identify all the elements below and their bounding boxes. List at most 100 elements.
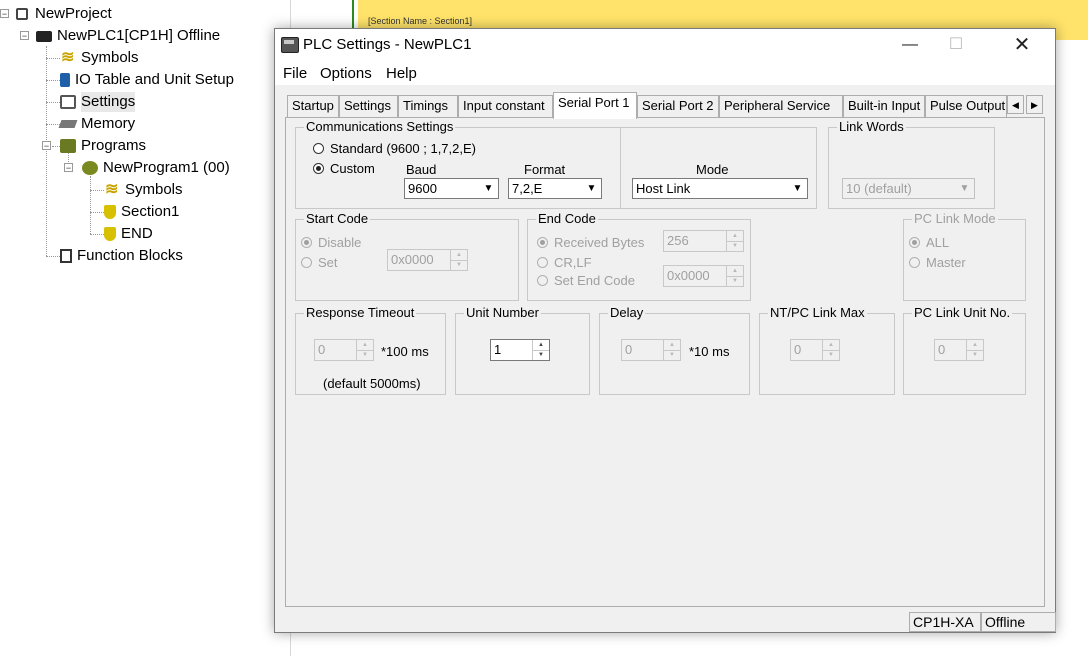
spin-down-icon: ▼ <box>456 262 462 268</box>
nt-pc-link-max-stepper: 0 ▲ ▼ <box>790 339 840 361</box>
tree-line <box>52 146 60 147</box>
spin-down-icon: ▼ <box>669 352 675 358</box>
radio-label: Disable <box>318 235 362 250</box>
link-words-value: 10 (default) <box>846 181 912 196</box>
delay-unit: *10 ms <box>689 344 730 359</box>
stepper-buttons: ▲ ▼ <box>822 340 839 360</box>
menu-help[interactable]: Help <box>386 65 417 82</box>
radio-custom[interactable]: Custom <box>313 161 375 176</box>
menu-file[interactable]: File <box>283 65 307 82</box>
stepper-buttons: ▲ ▼ <box>726 266 743 286</box>
stepper-buttons: ▲ ▼ <box>663 340 680 360</box>
tree-line <box>46 58 60 59</box>
radio-label: Set End Code <box>554 273 635 288</box>
response-timeout-default: (default 5000ms) <box>323 376 421 391</box>
spin-down-icon: ▼ <box>732 243 738 249</box>
tree-item-label: NewProject <box>35 5 112 22</box>
menu-options[interactable]: Options <box>320 65 372 82</box>
tree-item-section1[interactable]: Section1 <box>104 202 179 222</box>
tree-line <box>90 234 104 235</box>
expand-toggle[interactable]: − <box>64 163 73 173</box>
tab-pulse-output[interactable]: Pulse Output <box>925 95 1007 117</box>
tree-line <box>46 46 47 256</box>
tab-scroll-right-button[interactable]: ▶ <box>1026 95 1043 114</box>
spin-down-icon[interactable]: ▼ <box>533 350 549 360</box>
tree-line <box>46 124 60 125</box>
radio-circle <box>301 237 312 248</box>
link-words-select: 10 (default) ▼ <box>842 178 975 199</box>
io-table-icon <box>60 73 70 87</box>
delay-value: 0 <box>625 342 633 357</box>
start-code-stepper: 0x0000 ▲ ▼ <box>387 249 468 271</box>
response-timeout-unit: *100 ms <box>381 344 429 359</box>
radio-start-set: Set <box>301 255 338 270</box>
tree-item-end[interactable]: END <box>104 224 153 244</box>
mode-value: Host Link <box>636 181 691 196</box>
menu-bar: File Options Help <box>275 61 1055 85</box>
tab-built-in-input[interactable]: Built-in Input <box>843 95 925 117</box>
tab-scroll-left-button[interactable]: ◀ <box>1007 95 1024 114</box>
mode-label: Mode <box>696 162 729 177</box>
title-bar[interactable]: PLC Settings - NewPLC1 — ☐ ✕ <box>275 29 1055 61</box>
radio-label: Received Bytes <box>554 235 645 250</box>
tree-line <box>90 176 91 234</box>
tree-item-symbols[interactable]: Symbols <box>60 48 139 68</box>
tree-item-label: Function Blocks <box>77 247 183 264</box>
chevron-down-icon: ▼ <box>959 183 970 194</box>
tree-item-program1[interactable]: NewProgram1 (00) <box>82 158 230 178</box>
tab-serial-port-1[interactable]: Serial Port 1 <box>553 92 637 119</box>
tree-item-label: Programs <box>81 137 147 154</box>
stepper-buttons: ▲ ▼ <box>450 250 467 270</box>
tab-peripheral-service[interactable]: Peripheral Service <box>719 95 843 117</box>
radio-circle <box>537 257 548 268</box>
plc-icon <box>36 30 52 42</box>
tab-input-constant[interactable]: Input constant <box>458 95 553 117</box>
group-label: PC Link Unit No. <box>912 305 1013 320</box>
response-timeout-stepper: 0 ▲ ▼ <box>314 339 374 361</box>
tree-item-function-blocks[interactable]: Function Blocks <box>60 246 183 266</box>
tree-item-memory[interactable]: Memory <box>58 114 135 134</box>
close-button[interactable]: ✕ <box>999 29 1045 61</box>
tree-line <box>90 212 104 213</box>
programs-icon <box>60 139 76 153</box>
radio-start-disable: Disable <box>301 235 361 250</box>
group-label: Communications Settings <box>304 119 456 134</box>
format-value: 7,2,E <box>512 181 543 196</box>
tree-item-plc[interactable]: NewPLC1[CP1H] Offline <box>36 26 220 46</box>
expand-toggle[interactable]: − <box>20 31 29 41</box>
chevron-down-icon: ▼ <box>792 183 803 194</box>
radio-standard[interactable]: Standard (9600 ; 1,7,2,E) <box>313 141 476 156</box>
unit-number-stepper[interactable]: 1 ▲ ▼ <box>490 339 550 361</box>
end-code-stepper: 0x0000 ▲ ▼ <box>663 265 744 287</box>
plc-settings-window: PLC Settings - NewPLC1 — ☐ ✕ File Option… <box>274 28 1056 633</box>
baud-label: Baud <box>406 162 437 177</box>
tree-item-label: Symbols <box>81 49 139 66</box>
tab-startup[interactable]: Startup <box>287 95 339 117</box>
stepper-buttons[interactable]: ▲ ▼ <box>532 340 549 360</box>
tree-item-io-table[interactable]: IO Table and Unit Setup <box>60 70 234 90</box>
expand-toggle[interactable]: − <box>42 141 51 151</box>
format-select[interactable]: 7,2,E ▼ <box>508 178 602 199</box>
mode-select[interactable]: Host Link ▼ <box>632 178 808 199</box>
radio-circle <box>313 163 324 174</box>
tree-item-project[interactable]: NewProject <box>14 4 112 24</box>
expand-toggle[interactable]: − <box>0 9 9 19</box>
tree-item-prog-symbols[interactable]: Symbols <box>104 180 183 200</box>
window-title: PLC Settings - NewPLC1 <box>303 36 472 53</box>
tree-item-label: Section1 <box>121 203 180 220</box>
baud-select[interactable]: 9600 ▼ <box>404 178 499 199</box>
radio-label: Set <box>318 255 338 270</box>
function-blocks-icon <box>60 249 72 263</box>
tab-settings[interactable]: Settings <box>339 95 398 117</box>
chevron-down-icon: ▼ <box>483 183 494 194</box>
group-label: Response Timeout <box>304 305 417 320</box>
radio-label: ALL <box>926 235 950 250</box>
tree-item-programs[interactable]: Programs <box>60 136 146 156</box>
tab-serial-port-2[interactable]: Serial Port 2 <box>637 95 719 117</box>
tab-timings[interactable]: Timings <box>398 95 458 117</box>
tree-item-settings[interactable]: Settings <box>60 92 136 112</box>
received-bytes-stepper: 256 ▲ ▼ <box>663 230 744 252</box>
minimize-button[interactable]: — <box>887 29 933 61</box>
radio-circle <box>909 237 920 248</box>
radio-circle <box>537 275 548 286</box>
